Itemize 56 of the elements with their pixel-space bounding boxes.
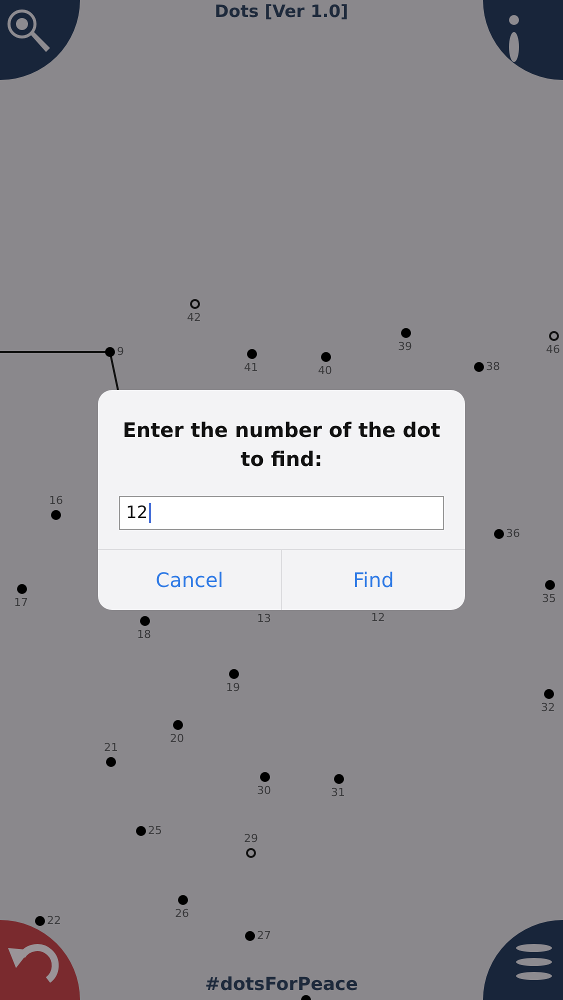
dot[interactable] xyxy=(173,720,183,730)
app-title: Dots [Ver 1.0] xyxy=(214,2,348,22)
dot[interactable] xyxy=(190,299,200,309)
dot[interactable] xyxy=(401,328,411,338)
dot[interactable] xyxy=(229,669,239,679)
dot[interactable] xyxy=(105,347,115,357)
cancel-button[interactable]: Cancel xyxy=(98,550,281,610)
dot-number: 25 xyxy=(148,825,162,837)
info-icon xyxy=(507,14,521,62)
dot-number: 19 xyxy=(226,682,240,694)
dot[interactable] xyxy=(136,826,146,836)
dot[interactable] xyxy=(334,774,344,784)
dot-number: 22 xyxy=(47,915,61,927)
dot[interactable] xyxy=(17,584,27,594)
dot-number: 32 xyxy=(541,702,555,714)
dot-number: 12 xyxy=(371,612,385,624)
dot-number: 39 xyxy=(398,341,412,353)
dot-number: 21 xyxy=(104,742,118,754)
dot-number: 13 xyxy=(257,613,271,625)
dot[interactable] xyxy=(246,848,256,858)
dot[interactable] xyxy=(35,916,45,926)
hashtag-text: #dotsForPeace xyxy=(205,974,358,995)
dot-number: 38 xyxy=(486,361,500,373)
dot[interactable] xyxy=(247,349,257,359)
dot-number: 36 xyxy=(506,528,520,540)
dot[interactable] xyxy=(544,689,554,699)
dot[interactable] xyxy=(321,352,331,362)
dot-number: 35 xyxy=(542,593,556,605)
menu-icon xyxy=(515,944,553,980)
dot-number: 40 xyxy=(318,365,332,377)
dot-number: 17 xyxy=(14,597,28,609)
dot[interactable] xyxy=(260,772,270,782)
dot-number: 41 xyxy=(244,362,258,374)
dot-number: 29 xyxy=(244,833,258,845)
dot-number: 42 xyxy=(187,312,201,324)
dot[interactable] xyxy=(549,331,559,341)
dot-number: 31 xyxy=(331,787,345,799)
dot[interactable] xyxy=(51,510,61,520)
dot[interactable] xyxy=(178,895,188,905)
dot-number: 30 xyxy=(257,785,271,797)
find-button[interactable]: Find xyxy=(281,550,465,610)
dot-number: 16 xyxy=(49,495,63,507)
dialog-title: Enter the number of the dot to find: xyxy=(122,417,442,473)
dot-number: 18 xyxy=(137,629,151,641)
dot[interactable] xyxy=(494,529,504,539)
dot[interactable] xyxy=(245,931,255,941)
dot[interactable] xyxy=(106,757,116,767)
dot[interactable] xyxy=(140,616,150,626)
dot-number: 26 xyxy=(175,908,189,920)
dot-number: 9 xyxy=(117,346,124,358)
dot[interactable] xyxy=(545,580,555,590)
dot[interactable] xyxy=(474,362,484,372)
dot-number: 20 xyxy=(170,733,184,745)
dot-number: 27 xyxy=(257,930,271,942)
dot-number-field[interactable]: 12 xyxy=(119,496,444,530)
dot-number: 46 xyxy=(546,344,560,356)
